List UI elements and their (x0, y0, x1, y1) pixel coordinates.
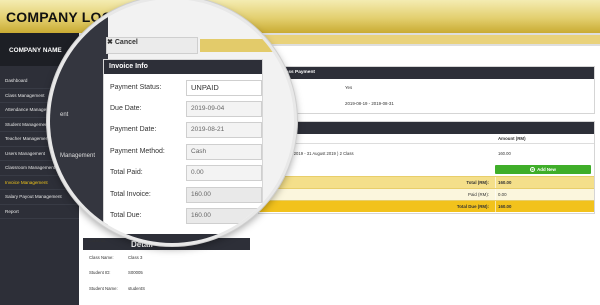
col-amount: Amount (RM) (498, 136, 526, 141)
total-due-info-field: 160.00 (186, 208, 262, 224)
class-name-value: Class 3 (128, 255, 143, 260)
due-separator (495, 201, 496, 213)
payment-status-value: UNPAID (186, 80, 262, 96)
magnified-toolbar-strip (200, 39, 294, 52)
magnified-sidebar-text: ent (60, 112, 69, 118)
student-id-value: S00005 (128, 270, 143, 275)
payment-date-label: Payment Date: (110, 126, 157, 133)
total-due-row: Total Due (RM): 160.00 (259, 200, 594, 213)
payment-period-value: 2019-08-19 - 2019-08-31 (345, 101, 394, 106)
magnified-sidebar-letters: Management (60, 153, 96, 159)
class-payment-value: Yes (345, 85, 353, 90)
due-date-field[interactable]: 2019-09-04 (186, 101, 262, 117)
total-invoice-label: Total Invoice: (110, 191, 151, 198)
student-name-value: studentS (128, 286, 145, 291)
payment-method-field[interactable]: Cash (186, 144, 262, 160)
close-icon: ✖ (107, 39, 113, 46)
student-name-label: Student Name: (89, 286, 118, 291)
magnified-sidebar: ent Management (50, 0, 108, 243)
cancel-label: Cancel (114, 39, 138, 46)
items-table-header: iption Amount (RM) (259, 134, 594, 144)
plus-circle-icon: + (530, 167, 536, 172)
payment-method-label: Payment Method: (110, 148, 165, 155)
add-new-label: Add New (537, 167, 556, 172)
cancel-button[interactable]: ✖ Cancel (107, 38, 138, 46)
payment-status-label: Payment Status: (110, 84, 162, 91)
total-row: Total (RM): 160.00 (259, 176, 594, 189)
total-invoice-field: 160.00 (186, 187, 262, 203)
add-new-button[interactable]: + Add New (495, 165, 591, 174)
paid-row: Paid (RM): 0.00 (259, 188, 594, 201)
items-panel: Items iption Amount (RM) 03 - ( 19 Augus… (258, 121, 595, 214)
class-payment-title: Invoice Class Payment (259, 67, 594, 79)
items-title: Items (259, 122, 594, 134)
total-paid-field[interactable]: 0.00 (186, 165, 262, 181)
payment-date-field[interactable]: 2019-08-21 (186, 122, 262, 138)
invoice-info-title: Invoice Info (104, 60, 262, 74)
invoice-info-card: Invoice Info Payment Status: UNPAID Due … (103, 59, 263, 239)
item-amount: 160.00 (498, 151, 511, 156)
total-due-info-label: Total Due: (110, 212, 142, 219)
class-payment-panel: Invoice Class Payment ss Payment: Yes en… (258, 66, 595, 114)
class-name-label: Class Name: (89, 255, 114, 260)
magnifier-lens: ent Management ✖ Cancel Invoice Info Paym… (47, 0, 297, 246)
student-id-label: Student ID: (89, 270, 111, 275)
total-due-value: 160.00 (498, 204, 512, 209)
total-paid-label: Total Paid: (110, 169, 143, 176)
total-due-label: Total Due (RM): (456, 204, 489, 209)
due-date-label: Due Date: (110, 105, 142, 112)
